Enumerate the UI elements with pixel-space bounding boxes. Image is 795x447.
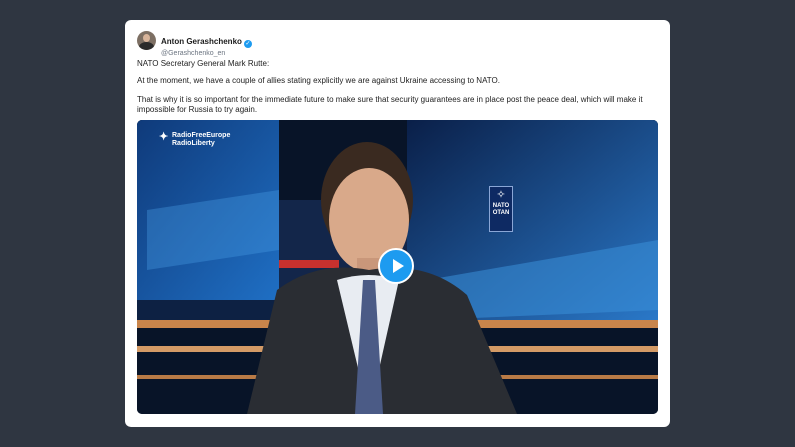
nato-label-en: NATO [492,203,510,209]
nato-compass-icon: ✧ [496,189,506,201]
author-handle[interactable]: @Gerashchenko_en [161,49,252,59]
nato-label-fr: OTAN [492,210,510,216]
avatar[interactable] [137,31,156,50]
author-block: Anton Gerashchenko ✓ @Gerashchenko_en [161,31,252,59]
author-name[interactable]: Anton Gerashchenko [161,37,242,46]
avatar-body [139,42,154,50]
video-player[interactable]: ✦ RadioFreeEurope RadioLiberty ✧ NATO OT… [137,120,658,414]
play-icon [393,259,404,273]
tweet-card: Anton Gerashchenko ✓ @Gerashchenko_en NAT… [125,20,670,427]
nato-flag: ✧ NATO OTAN [489,186,513,232]
broadcaster-logo: ✦ RadioFreeEurope RadioLiberty [159,132,230,148]
verified-badge-icon: ✓ [243,40,252,48]
play-button[interactable] [378,248,414,284]
torch-icon: ✦ [159,131,169,143]
avatar-head [143,34,150,42]
tweet-text-paragraph-3: That is why it is so important for the i… [137,95,643,114]
broadcaster-line-2: RadioLiberty [172,140,215,147]
broadcaster-line-1: RadioFreeEurope [172,132,231,139]
tweet-text-paragraph-1: NATO Secretary General Mark Rutte: [137,59,270,68]
tweet-text-paragraph-2: At the moment, we have a couple of allie… [137,76,500,85]
